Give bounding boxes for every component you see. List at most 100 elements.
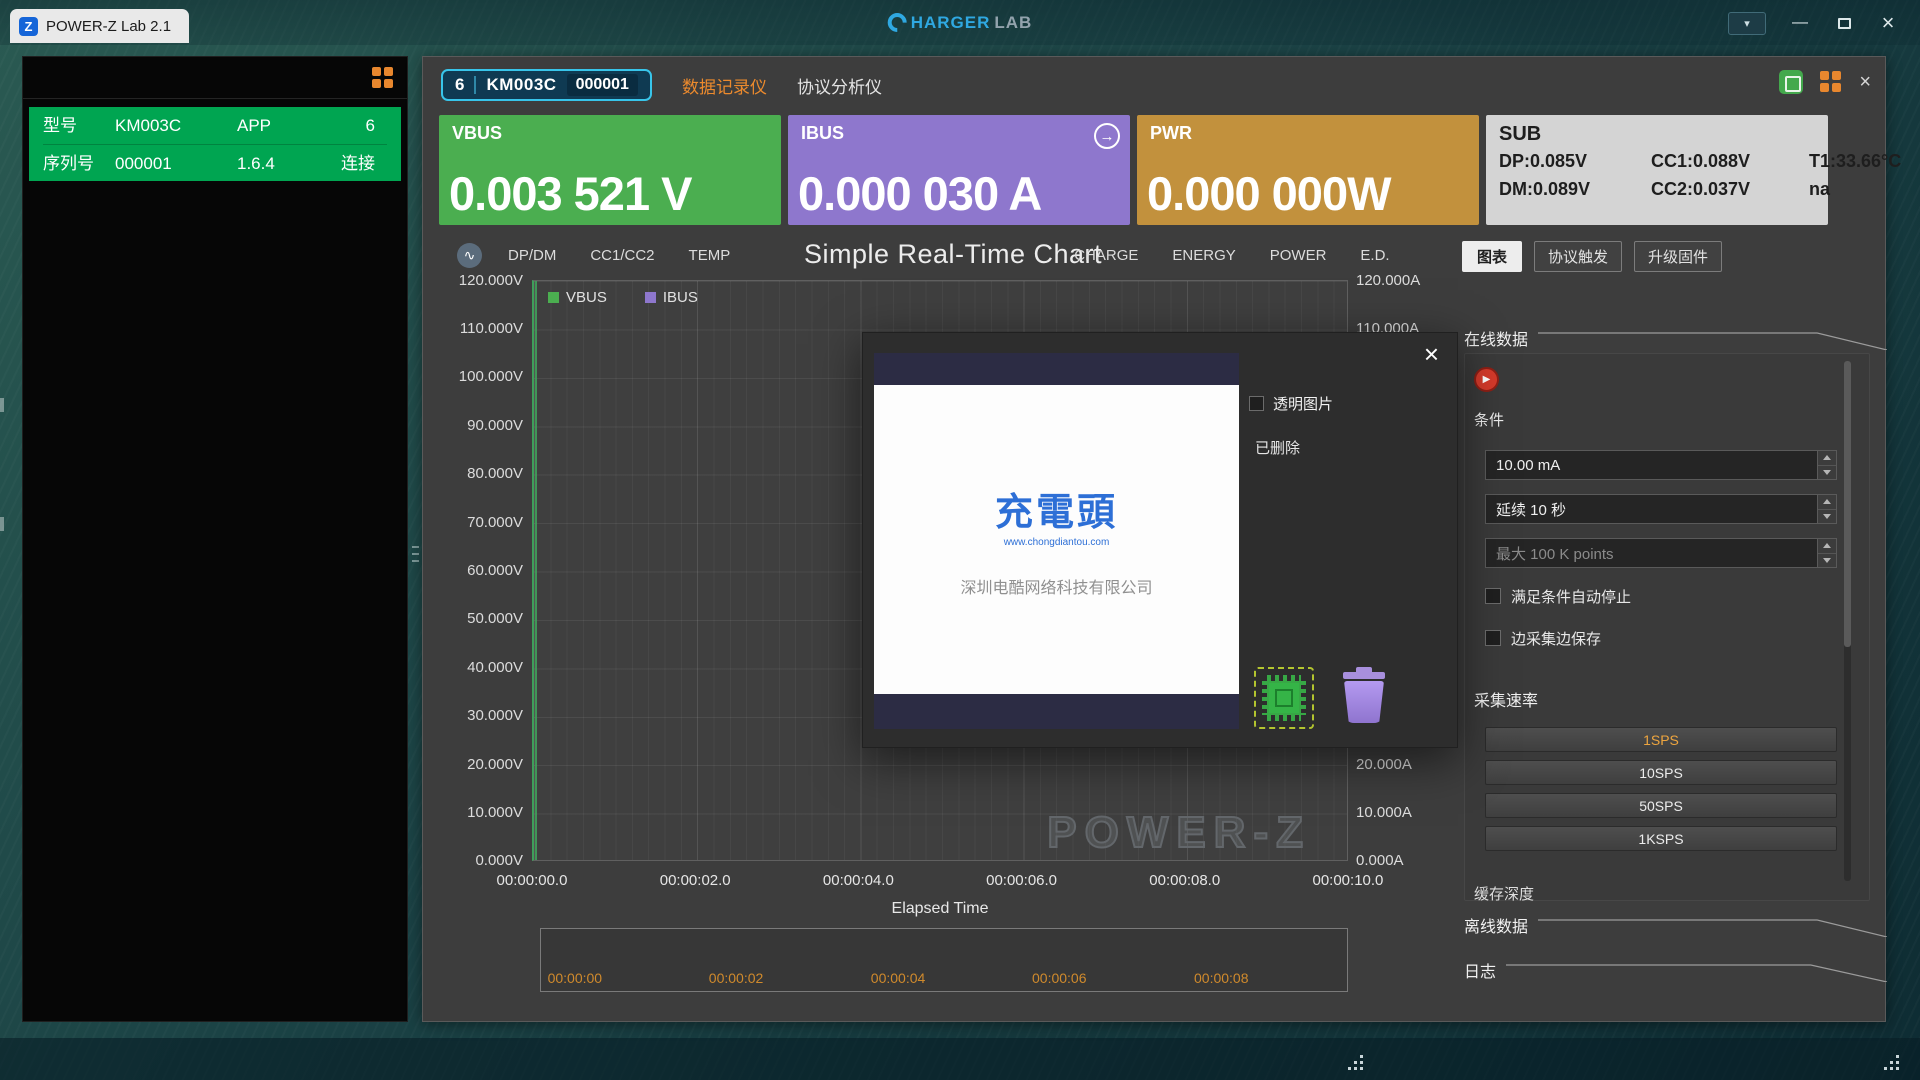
spinner-up-icon[interactable] xyxy=(1818,495,1836,510)
screenshot-preview-image: 充電頭 www.chongdiantou.com 深圳电酷网络科技有限公司 xyxy=(874,353,1239,729)
app-window-tab[interactable]: Z POWER-Z Lab 2.1 xyxy=(10,9,189,43)
condition-label: 条件 xyxy=(1474,409,1504,430)
waveform-icon[interactable]: ∿ xyxy=(457,243,482,268)
device-serial-badge: 000001 xyxy=(567,74,638,96)
titlebar: Z POWER-Z Lab 2.1 HARGER LAB ▾ — × xyxy=(0,0,1920,45)
device-tab[interactable]: 6 KM003C 000001 xyxy=(441,69,652,101)
legend-swatch xyxy=(645,292,656,303)
power-z-watermark: POWER-Z xyxy=(1047,808,1311,858)
ibus-card: IBUS → 0.000 030 A xyxy=(788,115,1130,225)
right-settings-panel: 图表 协议触发 升级固件 在线数据 ▶ 条件 10.00 mA xyxy=(1452,241,1887,1023)
chart-toolbar-button[interactable]: POWER xyxy=(1270,247,1327,264)
close-device-icon[interactable]: × xyxy=(1859,72,1871,92)
image-preview-dialog: × 充電頭 www.chongdiantou.com 深圳电酷网络科技有限公司 … xyxy=(862,332,1458,748)
spinner-up-icon[interactable] xyxy=(1818,539,1836,554)
left-edge-handle[interactable] xyxy=(0,398,4,412)
checkbox[interactable] xyxy=(1485,630,1501,646)
spinner-down-icon[interactable] xyxy=(1818,510,1836,524)
spinner-buttons[interactable] xyxy=(1818,538,1837,568)
tab-protocol-analyzer[interactable]: 协议分析仪 xyxy=(797,73,882,98)
screenshot-icon[interactable] xyxy=(1779,70,1803,94)
preview-top-bar xyxy=(874,353,1239,385)
vbus-value: 0.003 521 V xyxy=(449,166,692,221)
preview-content: 充電頭 www.chongdiantou.com 深圳电酷网络科技有限公司 xyxy=(874,385,1239,694)
spinner-down-icon[interactable] xyxy=(1818,554,1836,568)
overview-timeline[interactable]: 00:00:0000:00:0200:00:0400:00:0600:00:08 xyxy=(540,928,1348,992)
grid-view-icon[interactable] xyxy=(372,67,394,89)
tab-firmware-upgrade[interactable]: 升级固件 xyxy=(1634,241,1722,272)
timeline-tick-label: 00:00:06 xyxy=(1032,970,1087,986)
spinner-down-icon[interactable] xyxy=(1818,466,1836,480)
section-slant-line xyxy=(1538,913,1887,937)
resize-grip[interactable] xyxy=(1348,1054,1364,1070)
section-slant-line xyxy=(1506,958,1887,982)
sample-rate-button[interactable]: 10SPS xyxy=(1485,760,1837,785)
spinner-input[interactable]: 延续 10 秒 xyxy=(1485,494,1818,524)
timeline-tick-label: 00:00:04 xyxy=(871,970,926,986)
brand-text-gray: LAB xyxy=(994,13,1032,33)
buffer-depth-label: 缓存深度 xyxy=(1474,883,1534,904)
online-data-section-header[interactable]: 在线数据 xyxy=(1464,326,1887,350)
chart-toolbar-buttons: DP/DM CC1/CC2 TEMP CHARGE ENERGY POWER E.D. xyxy=(508,247,1390,264)
resize-grip[interactable] xyxy=(1884,1054,1900,1070)
legend-label: IBUS xyxy=(663,289,698,306)
sub-value: na xyxy=(1809,179,1901,200)
spinner-input[interactable]: 最大 100 K points xyxy=(1485,538,1818,568)
record-start-button[interactable]: ▶ xyxy=(1474,367,1499,392)
spinner-input[interactable]: 10.00 mA xyxy=(1485,450,1818,480)
pwr-value: 0.000 000W xyxy=(1147,166,1390,221)
y-axis-left-ticks: 120.000V110.000V100.000V90.000V80.000V70… xyxy=(431,280,523,861)
device-list-toolbar xyxy=(23,57,407,99)
checkbox-row[interactable]: 边采集边保存 xyxy=(1485,630,1631,646)
checkbox-row[interactable]: 满足条件自动停止 xyxy=(1485,588,1631,604)
option-checkboxes: 满足条件自动停止 边采集边保存 xyxy=(1485,588,1631,672)
tab-protocol-trigger[interactable]: 协议触发 xyxy=(1534,241,1622,272)
checkbox[interactable] xyxy=(1249,396,1264,411)
device-info-table[interactable]: 型号KM003CAPP6序列号0000011.6.4连接 xyxy=(29,107,401,181)
trash-icon[interactable] xyxy=(1336,667,1392,729)
chart-toolbar-button[interactable]: CHARGE xyxy=(1074,247,1138,264)
minimize-button[interactable]: — xyxy=(1780,9,1820,37)
chart-toolbar-button[interactable]: CC1/CC2 xyxy=(590,247,654,264)
device-info-cell: 6 xyxy=(333,107,387,144)
tab-chart[interactable]: 图表 xyxy=(1462,241,1522,272)
sample-rate-button[interactable]: 1KSPS xyxy=(1485,826,1837,851)
chart-toolbar: ∿ DP/DM CC1/CC2 TEMP CHARGE ENERGY POWER E.D. xyxy=(457,243,1390,268)
device-list-panel: 型号KM003CAPP6序列号0000011.6.4连接 xyxy=(22,56,408,1022)
log-section-header[interactable]: 日志 xyxy=(1464,958,1887,982)
chip-icon[interactable] xyxy=(1254,667,1314,729)
panel-scrollbar[interactable] xyxy=(1844,361,1851,881)
x-axis-title: Elapsed Time xyxy=(532,900,1348,918)
chart-toolbar-button[interactable]: DP/DM xyxy=(508,247,556,264)
sample-rate-button[interactable]: 50SPS xyxy=(1485,793,1837,818)
spinner-buttons[interactable] xyxy=(1818,494,1837,524)
spinner-row: 延续 10 秒 xyxy=(1485,494,1837,524)
dialog-close-icon[interactable]: × xyxy=(1424,341,1439,367)
arrow-right-icon[interactable]: → xyxy=(1094,123,1120,149)
sample-rate-button[interactable]: 1SPS xyxy=(1485,727,1837,752)
transparent-image-option[interactable]: 透明图片 xyxy=(1249,393,1333,414)
close-window-button[interactable]: × xyxy=(1868,9,1908,37)
apps-grid-icon[interactable] xyxy=(1820,71,1842,93)
device-info-cell: 连接 xyxy=(333,144,387,181)
maximize-button[interactable] xyxy=(1824,9,1864,37)
sub-card: SUB DP:0.085VCC1:0.088VT1:33.66°CDM:0.08… xyxy=(1486,115,1828,225)
left-edge-handle[interactable] xyxy=(0,517,4,531)
workspace-header-icons: × xyxy=(1779,70,1871,94)
chart-legend: VBUS IBUS xyxy=(548,289,698,306)
spinner-up-icon[interactable] xyxy=(1818,451,1836,466)
chart-toolbar-button[interactable]: TEMP xyxy=(689,247,731,264)
offline-data-section-header[interactable]: 离线数据 xyxy=(1464,913,1887,937)
spinner-buttons[interactable] xyxy=(1818,450,1837,480)
tab-data-recorder[interactable]: 数据记录仪 xyxy=(682,73,767,98)
chart-toolbar-button[interactable]: E.D. xyxy=(1360,247,1389,264)
checkbox[interactable] xyxy=(1485,588,1501,604)
pwr-card: PWR 0.000 000W xyxy=(1137,115,1479,225)
sub-value: CC1:0.088V xyxy=(1651,151,1809,172)
chart-toolbar-button[interactable]: ENERGY xyxy=(1172,247,1235,264)
device-info-cell: 1.6.4 xyxy=(237,144,333,181)
chevron-down-icon[interactable]: ▾ xyxy=(1728,12,1766,35)
sample-rate-label: 采集速率 xyxy=(1474,687,1538,711)
ibus-value: 0.000 030 A xyxy=(798,166,1041,221)
panel-splitter[interactable] xyxy=(411,524,419,584)
